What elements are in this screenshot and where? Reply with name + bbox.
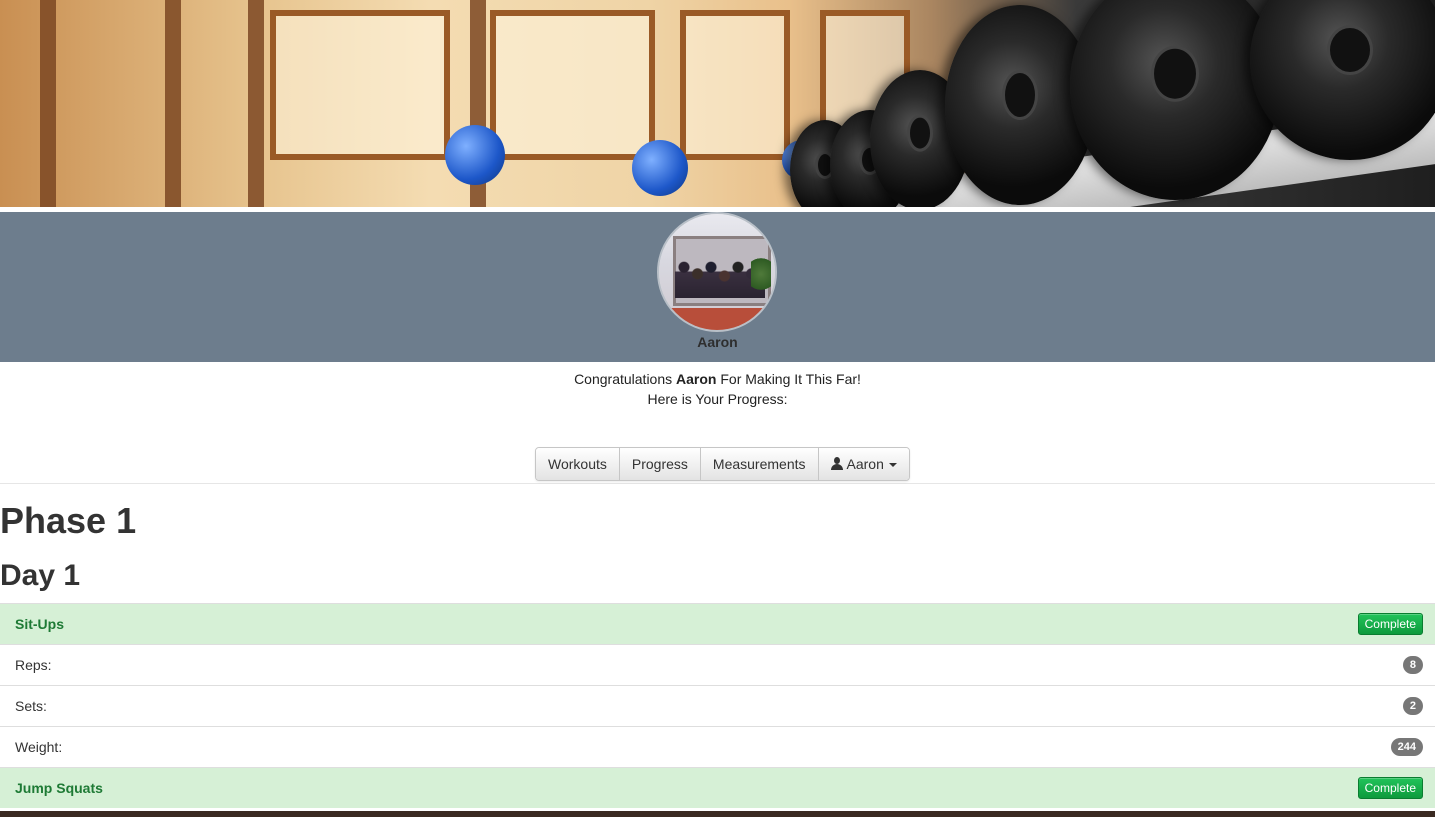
user-menu-button[interactable]: Aaron	[818, 448, 909, 480]
stat-row-weight: Weight: 244	[0, 726, 1435, 767]
avatar[interactable]	[657, 212, 777, 332]
congrats-message: Congratulations Aaron For Making It This…	[0, 369, 1435, 409]
exercise-row: Jump Squats Complete	[0, 767, 1435, 808]
congrats-suffix: For Making It This Far!	[716, 371, 861, 387]
background-edge	[0, 811, 1435, 817]
stat-label: Weight:	[15, 739, 63, 755]
congrats-prefix: Congratulations	[574, 371, 677, 387]
day-title: Day 1	[0, 559, 81, 592]
measurements-button[interactable]: Measurements	[700, 448, 819, 480]
stat-label: Sets:	[15, 698, 47, 714]
profile-name: Aaron	[697, 334, 738, 350]
caret-down-icon	[888, 463, 897, 468]
user-menu-label: Aaron	[846, 456, 884, 472]
workouts-button[interactable]: Workouts	[536, 448, 620, 480]
stat-label: Reps:	[15, 657, 52, 673]
exercise-list: Sit-Ups Complete Reps: 8 Sets: 2 Weight:…	[0, 603, 1435, 808]
stat-row-sets: Sets: 2	[0, 685, 1435, 726]
exercise-row: Sit-Ups Complete	[0, 603, 1435, 644]
stat-badge: 8	[1402, 656, 1423, 674]
congrats-name: Aaron	[676, 371, 717, 387]
complete-button[interactable]: Complete	[1357, 613, 1423, 635]
nav-bar: Workouts Progress Measurements Aaron	[0, 447, 1435, 484]
congrats-line-2: Here is Your Progress:	[647, 391, 788, 407]
progress-button[interactable]: Progress	[619, 448, 701, 480]
exercise-name: Sit-Ups	[15, 616, 64, 632]
stat-badge: 2	[1402, 697, 1423, 715]
complete-button[interactable]: Complete	[1357, 777, 1423, 799]
user-icon	[830, 457, 843, 470]
hero-banner-image	[0, 0, 1435, 207]
congrats-line-1: Congratulations Aaron For Making It This…	[0, 369, 1435, 389]
phase-title: Phase 1	[0, 500, 137, 541]
profile-header: Aaron	[0, 212, 1435, 362]
stat-row-reps: Reps: 8	[0, 644, 1435, 685]
exercise-name: Jump Squats	[15, 780, 103, 796]
nav-button-group: Workouts Progress Measurements Aaron	[535, 447, 910, 481]
stat-badge: 244	[1390, 738, 1423, 756]
